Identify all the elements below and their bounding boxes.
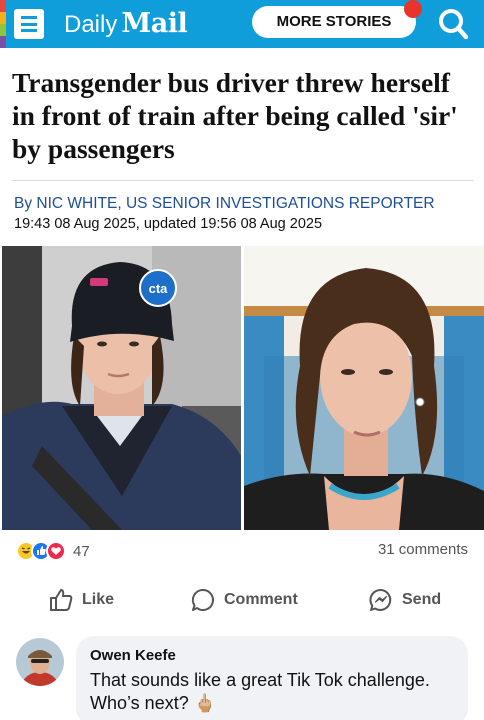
- logo-daily: Daily: [64, 11, 118, 38]
- divider: [12, 180, 474, 181]
- reaction-summary[interactable]: 47: [16, 540, 90, 562]
- article-byline: By NIC WHITE, US SENIOR INVESTIGATIONS R…: [14, 194, 476, 214]
- comment-author[interactable]: Owen Keefe: [90, 646, 454, 666]
- article-photo-right[interactable]: [244, 246, 484, 530]
- thumbs-up-icon: [50, 589, 73, 611]
- more-stories-button[interactable]: MORE STORIES: [252, 6, 416, 38]
- notification-dot: [404, 0, 422, 18]
- article-headline[interactable]: Transgender bus driver threw herself in …: [12, 66, 474, 165]
- menu-icon[interactable]: [14, 9, 44, 39]
- logo-mail: Mail: [121, 8, 188, 39]
- article-dates: 19:43 08 Aug 2025, updated 19:56 08 Aug …: [14, 216, 323, 232]
- send-button[interactable]: Send: [368, 584, 441, 616]
- top-navigation-bar: Daily Mail MORE STORIES: [0, 0, 484, 48]
- comments-count[interactable]: 31 comments: [378, 541, 468, 558]
- search-icon[interactable]: [434, 6, 474, 42]
- comment-body: That sounds like a great Tik Tok challen…: [90, 670, 430, 713]
- send-label: Send: [402, 591, 442, 608]
- love-icon: [46, 541, 66, 561]
- finger-emoji-icon: 🖕🏼: [193, 693, 217, 713]
- comment-label: Comment: [224, 591, 298, 608]
- comment-bubble[interactable]: Owen Keefe That sounds like a great Tik …: [76, 636, 468, 720]
- commenter-avatar[interactable]: [16, 638, 64, 686]
- action-bar: Like Comment Send: [0, 584, 484, 616]
- like-button[interactable]: Like: [48, 584, 114, 616]
- comment-icon: [191, 588, 214, 611]
- messenger-icon: [369, 589, 392, 611]
- like-label: Like: [82, 591, 115, 608]
- cta-badge-text: cta: [149, 281, 169, 296]
- comment-button[interactable]: Comment: [190, 584, 298, 616]
- reaction-count: 47: [73, 542, 90, 560]
- comment-text: That sounds like a great Tik Tok challen…: [90, 669, 454, 715]
- byline-author-link[interactable]: NIC WHITE, US SENIOR INVESTIGATIONS REPO…: [36, 195, 434, 212]
- byline-prefix: By: [14, 195, 33, 212]
- site-logo[interactable]: Daily Mail: [64, 8, 188, 40]
- color-strip: [0, 0, 6, 48]
- article-photo-left[interactable]: cta: [2, 246, 241, 530]
